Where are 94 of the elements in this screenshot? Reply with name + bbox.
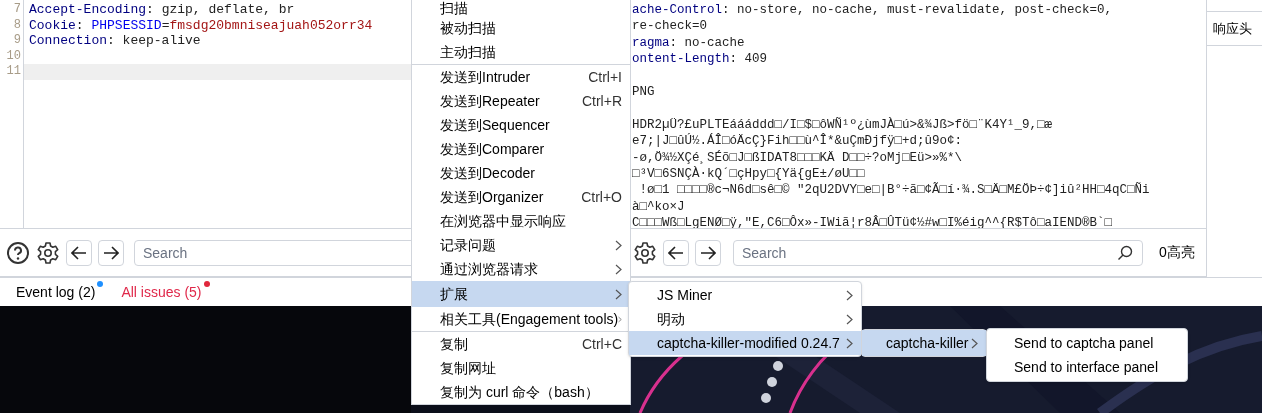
line-number: 8	[12, 17, 22, 33]
menu-item-label: Send to interface panel	[1014, 357, 1159, 377]
menu-item-label: 发送到Organizer	[440, 187, 545, 207]
code-line: Connection: keep-alive	[28, 33, 201, 49]
menu-item-label: 发送到Intruder	[440, 67, 532, 87]
menu-item[interactable]: 扩展	[412, 281, 630, 307]
menu-item[interactable]: 被动扫描	[412, 16, 630, 40]
menu-item[interactable]: Send to captcha panel	[987, 331, 1187, 355]
menu-item-label: 发送到Repeater	[440, 91, 541, 111]
menu-item[interactable]: 复制为 curl 命令（bash）	[412, 380, 630, 404]
code-line: C□□□Wß□LgENØ□ÿ,"E,C6□Ôx»-IWiã¦r8Â□ÛTü¢½#w□I%éig^^{R$Tô□aIEND®B`□	[632, 215, 1113, 228]
left-arrow-icon	[668, 245, 684, 260]
search-field[interactable]: Search	[733, 239, 1143, 266]
menu-item-label: captcha-killer	[886, 333, 970, 353]
chevron-icon	[615, 239, 622, 251]
chevron-icon	[846, 289, 853, 301]
shortcut-text: Ctrl+C	[581, 334, 622, 354]
menu-item-label: 记录问题	[440, 235, 497, 255]
code-line: Accept-Encoding: gzip, deflate, br	[28, 2, 295, 18]
chevron-icon	[846, 313, 853, 325]
menu-item[interactable]: captcha-killer	[862, 330, 986, 356]
menu-item-label: 发送到Sequencer	[440, 115, 551, 135]
code-line: PNG	[632, 83, 655, 101]
menu-item-label: 相关工具(Engagement tools)	[440, 309, 619, 329]
code-line: à□^ko×J	[632, 198, 685, 215]
menu-item[interactable]: 发送到Sequencer	[412, 113, 630, 137]
chevron-icon	[615, 288, 622, 300]
code-line: re-check=0	[632, 18, 707, 35]
menu-item-label: 发送到Comparer	[440, 139, 546, 159]
menu-item[interactable]: 发送到Organizer Ctrl+O	[412, 185, 630, 209]
code-line: ragma: no-cache	[632, 34, 745, 52]
menu-item[interactable]: 主动扫描	[412, 40, 630, 64]
chevron-icon	[846, 337, 853, 349]
menu-item[interactable]: 发送到Intruder Ctrl+I	[412, 65, 630, 89]
menu-item-label: Send to captcha panel	[1014, 333, 1155, 353]
code-line: !ø□1 □□□□®c¬N6d□sê□© "2qU2DVY□e□|B°÷ã□¢Ã□í·¾.S□Ä□M£ÖÞ÷¢]iû²HH□4qC□Ñi	[638, 182, 1150, 199]
code-line: Cookie: PHPSESSID=fmsdg20bmniseajuah052orr34	[28, 17, 373, 33]
line-number: 10	[5, 48, 22, 64]
forward-button[interactable]	[695, 239, 721, 266]
code-line: -ø,Ö¾½XÇé¸SÉõ□J□ßIDAT8□□□KÄ D□□÷?oMj□Eü>»%*\	[632, 149, 963, 166]
back-button[interactable]	[66, 239, 92, 266]
menu-item-label: 扫描	[440, 1, 469, 15]
menu-item-label: 复制	[440, 334, 469, 354]
menu-item-label: 在浏览器中显示响应	[440, 211, 567, 231]
menu-item-label: 主动扫描	[440, 42, 497, 62]
code-line: e7;|J□ûÚ½.ÁÎ□óÄcÇ}Fih□□ù^Î*&uÇmÐjfÿ□+d;û9o¢:	[632, 133, 963, 150]
search-icon[interactable]	[1117, 244, 1133, 261]
code-line: ontent-Length: 409	[632, 51, 768, 68]
menu-item-label: 被动扫描	[440, 18, 497, 38]
menu-item[interactable]: 扫描	[412, 0, 630, 16]
menu-item[interactable]: 发送到Repeater Ctrl+R	[412, 89, 630, 113]
menu-item[interactable]: 发送到Decoder	[412, 161, 630, 185]
shortcut-text: Ctrl+R	[581, 91, 622, 111]
settings-icon[interactable]	[633, 240, 657, 265]
settings-icon[interactable]	[36, 240, 60, 265]
menu-item-label: 明动	[657, 309, 686, 329]
status-link[interactable]: Event log (2)	[16, 281, 102, 303]
menu-item[interactable]: captcha-killer-modified 0.24.7	[629, 331, 861, 355]
menu-item[interactable]: 相关工具(Engagement tools)	[412, 307, 630, 331]
menu-item[interactable]: 发送到Comparer	[412, 137, 630, 161]
menu-item-label: 扩展	[440, 284, 469, 304]
shortcut-text: Ctrl+O	[581, 187, 622, 207]
right-arrow-icon	[700, 245, 716, 260]
menu-item[interactable]: JS Miner	[629, 283, 861, 307]
line-number: 7	[12, 2, 22, 18]
menu-item[interactable]: 记录问题	[412, 233, 630, 257]
menu-item[interactable]: Send to interface panel	[987, 355, 1187, 379]
menu-item[interactable]: 复制网址	[412, 356, 630, 380]
line-number: 11	[5, 64, 22, 80]
chevron-icon	[971, 337, 978, 349]
right-arrow-icon	[103, 245, 119, 260]
menu-item-label: JS Miner	[657, 285, 714, 305]
code-line: ache-Control: no-store, no-cache, must-revalidate, post-check=0,	[632, 2, 1113, 19]
code-line: □³V□6SNÇÀ·kQ´□çHpy□{Yä{gE±/øU□□	[632, 165, 865, 182]
menu-item-label: 复制网址	[440, 358, 497, 378]
menu-item[interactable]: 通过浏览器请求	[412, 257, 630, 281]
menu-item-label: captcha-killer-modified 0.24.7	[657, 333, 841, 353]
shortcut-text: Ctrl+I	[588, 67, 622, 87]
help-icon[interactable]	[6, 240, 30, 265]
menu-item-label: 复制为 curl 命令（bash）	[440, 382, 600, 402]
status-link[interactable]: All issues (5)	[121, 281, 208, 303]
code-line: HDR2µÜ?£uPLTEáááddd□/I□$□ôWÑ¹º¿ùmJÀ□ú>&¾Jß>fö□¨K4Y¹_9,□æ	[632, 116, 1053, 133]
menu-item[interactable]: 在浏览器中显示响应	[412, 209, 630, 233]
menu-item-label: 发送到Decoder	[440, 163, 536, 183]
forward-button[interactable]	[98, 239, 124, 266]
highlight-count: 0高亮	[1159, 243, 1195, 262]
chevron-icon	[615, 263, 622, 275]
menu-item[interactable]: 明动	[629, 307, 861, 331]
left-arrow-icon	[71, 245, 87, 260]
menu-item[interactable]: 复制 Ctrl+C	[412, 332, 630, 356]
menu-item-label: 通过浏览器请求	[440, 259, 539, 279]
line-number: 9	[12, 33, 22, 49]
inspector-tab[interactable]: 响应头	[1207, 12, 1262, 46]
back-button[interactable]	[663, 239, 689, 266]
